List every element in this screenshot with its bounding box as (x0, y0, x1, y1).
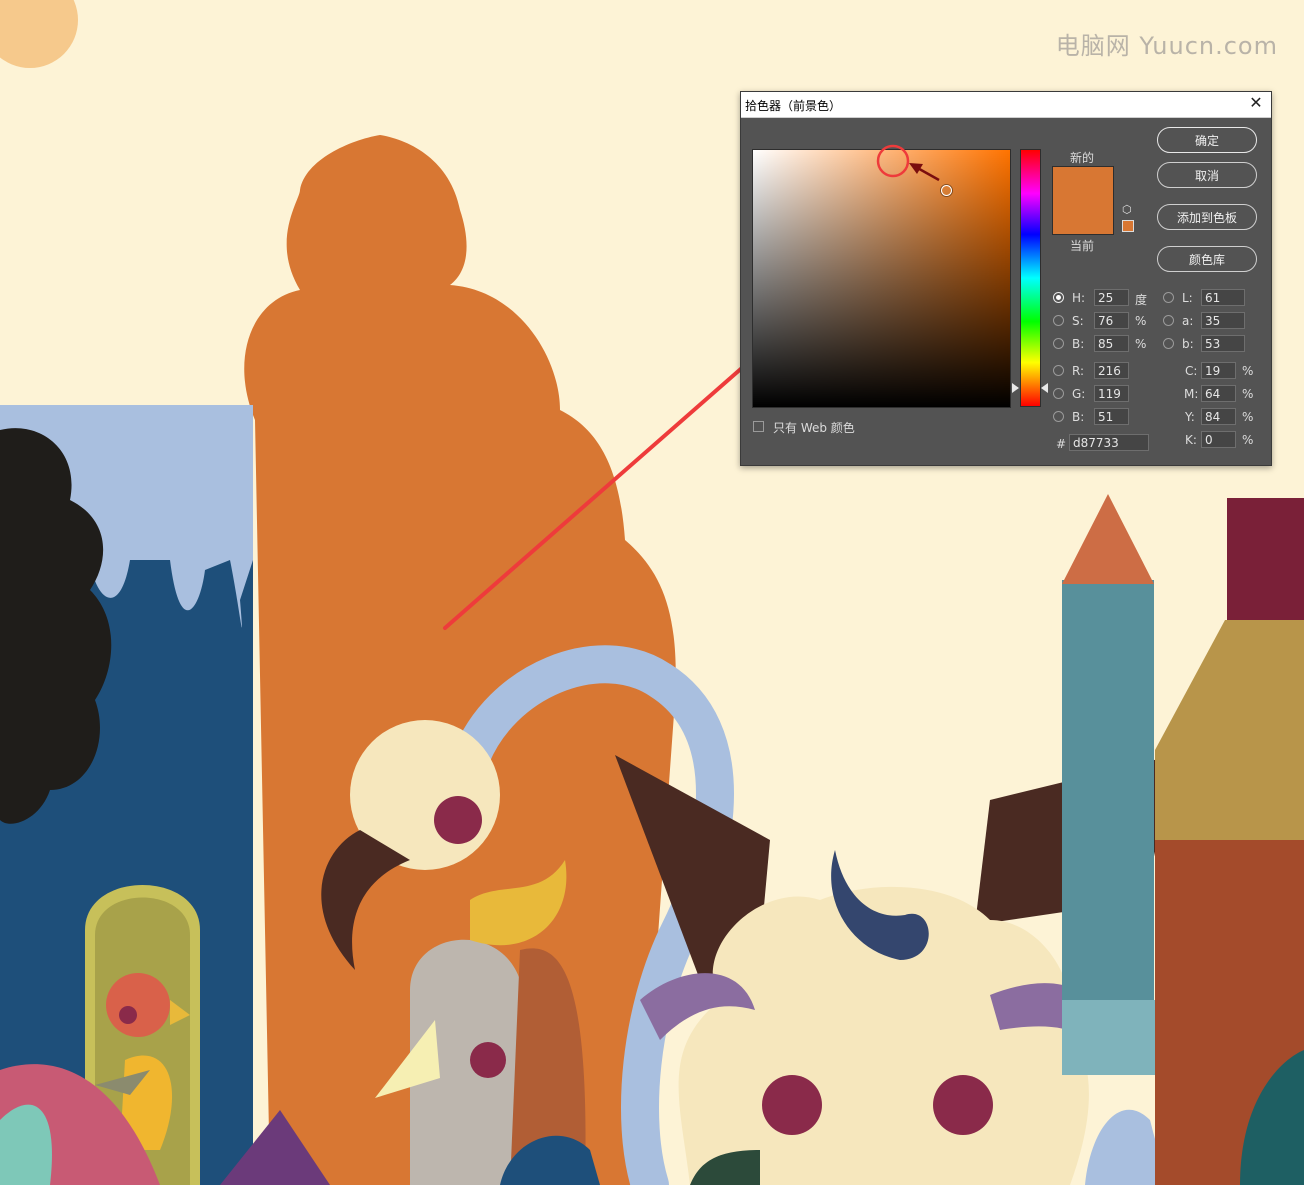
teal-tower (1062, 580, 1154, 1070)
current-color-swatch[interactable] (1052, 200, 1114, 235)
radio-a[interactable] (1163, 315, 1174, 326)
r-label: R: (1072, 364, 1085, 378)
c-input[interactable]: 19 (1201, 362, 1236, 379)
c-unit: % (1242, 364, 1254, 378)
s-unit: % (1135, 314, 1147, 328)
y-label: Y: (1185, 410, 1195, 424)
h-unit: 度 (1135, 293, 1148, 307)
web-only-checkbox[interactable] (753, 421, 764, 432)
web-safe-swatch[interactable] (1122, 220, 1134, 232)
radio-b[interactable] (1053, 411, 1064, 422)
red-bird-head (106, 973, 170, 1037)
h-label: H: (1072, 291, 1086, 305)
ok-button[interactable]: 确定 (1157, 127, 1257, 153)
g-input[interactable]: 119 (1094, 385, 1129, 402)
m-unit: % (1242, 387, 1254, 401)
y-input[interactable]: 84 (1201, 408, 1236, 425)
m-input[interactable]: 64 (1201, 385, 1236, 402)
add-to-swatches-button[interactable]: 添加到色板 (1157, 204, 1257, 230)
radio-l[interactable] (1163, 292, 1174, 303)
m-label: M: (1184, 387, 1199, 401)
new-color-swatch (1052, 166, 1114, 201)
color-libraries-button[interactable]: 颜色库 (1157, 246, 1257, 272)
radio-lab-b[interactable] (1163, 338, 1174, 349)
maroon-block (1227, 498, 1304, 620)
c-label: C: (1185, 364, 1198, 378)
brightness-unit: % (1135, 337, 1147, 351)
s-label: S: (1072, 314, 1084, 328)
l-input[interactable]: 61 (1201, 289, 1245, 306)
r-input[interactable]: 216 (1094, 362, 1129, 379)
radio-h[interactable] (1053, 292, 1064, 303)
s-input[interactable]: 76 (1094, 312, 1129, 329)
brightness-input[interactable]: 85 (1094, 335, 1129, 352)
close-icon[interactable]: ✕ (1247, 94, 1265, 112)
k-input[interactable]: 0 (1201, 431, 1236, 448)
k-unit: % (1242, 433, 1254, 447)
web-only-label: 只有 Web 颜色 (773, 421, 855, 435)
hex-input[interactable]: d87733 (1069, 434, 1149, 451)
radio-brightness[interactable] (1053, 338, 1064, 349)
current-color-label: 当前 (1070, 239, 1095, 253)
new-color-label: 新的 (1070, 151, 1095, 165)
b-label: B: (1072, 410, 1085, 424)
radio-g[interactable] (1053, 388, 1064, 399)
dialog-titlebar: 拾色器（前景色） ✕ (741, 92, 1271, 118)
cancel-button[interactable]: 取消 (1157, 162, 1257, 188)
a-label: a: (1182, 314, 1194, 328)
web-safe-cube-icon[interactable]: ⬡ (1122, 204, 1134, 216)
highlight-annotation (876, 144, 940, 182)
b-input[interactable]: 51 (1094, 408, 1129, 425)
color-field[interactable] (752, 149, 1011, 408)
lab-b-label: b: (1182, 337, 1194, 351)
color-field-picker-ring[interactable] (941, 185, 952, 196)
lab-b-input[interactable]: 53 (1201, 335, 1245, 352)
radio-r[interactable] (1053, 365, 1064, 376)
k-label: K: (1185, 433, 1197, 447)
hex-label: # (1056, 437, 1067, 451)
brightness-label: B: (1072, 337, 1085, 351)
y-unit: % (1242, 410, 1254, 424)
a-input[interactable]: 35 (1201, 312, 1245, 329)
watermark-text: 电脑网 Yuucn.com (1055, 32, 1278, 60)
dialog-title: 拾色器（前景色） (745, 99, 842, 113)
g-label: G: (1072, 387, 1086, 401)
color-picker-dialog: 拾色器（前景色） ✕ 新的 当前 ⬡ 确定 取消 添加到色板 颜色库 H: 25… (740, 91, 1272, 466)
radio-s[interactable] (1053, 315, 1064, 326)
h-input[interactable]: 25 (1094, 289, 1129, 306)
hue-slider-left-handle[interactable] (1012, 383, 1019, 393)
hue-slider-right-handle[interactable] (1041, 383, 1048, 393)
l-label: L: (1182, 291, 1193, 305)
hue-slider[interactable] (1020, 149, 1041, 407)
